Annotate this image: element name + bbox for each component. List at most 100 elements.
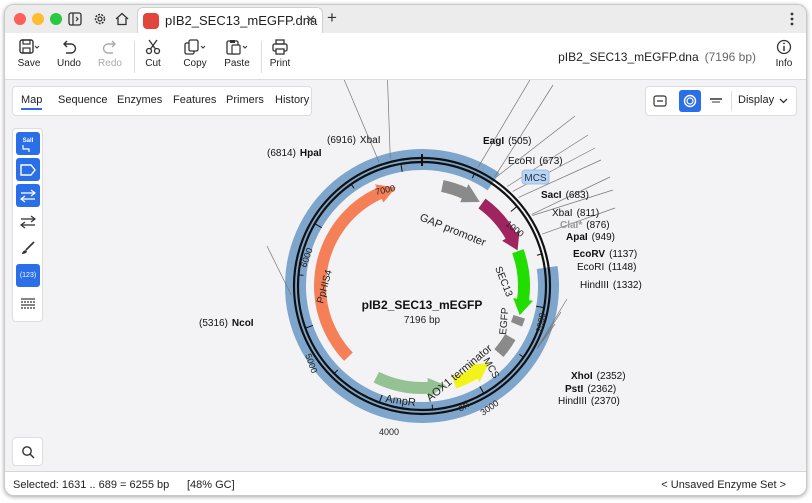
circular-map-icon[interactable] [679, 90, 701, 112]
site-hpai[interactable]: (6814) HpaI [267, 148, 322, 159]
undo-icon [63, 40, 77, 54]
info-button[interactable]: Info [764, 37, 804, 69]
cut-button[interactable]: Cut [133, 37, 173, 69]
site-name: HpaI [300, 148, 322, 159]
site-apai[interactable]: ApaI (949) [566, 232, 615, 243]
sidebar-toggle-icon[interactable] [67, 11, 83, 27]
main-toolbar: Save Undo Redo Cut Copy Paste Print pIB2… [5, 33, 806, 80]
display-menu-button[interactable]: Display [738, 94, 774, 106]
search-icon [21, 445, 35, 459]
close-window-button[interactable] [14, 13, 26, 25]
site-position: (683) [566, 190, 589, 201]
site-eagi[interactable]: EagI (505) [483, 136, 531, 147]
sequence-map-icon[interactable] [705, 90, 727, 112]
document-length: (7196 bp) [704, 50, 756, 64]
site-xbai-6916[interactable]: (6916) XbaI [327, 135, 380, 146]
save-label: Save [17, 58, 41, 69]
site-position: (1137) [609, 249, 637, 260]
site-clai[interactable]: ClaI* (876) [560, 220, 610, 231]
site-ecori-1148[interactable]: EcoRI (1148) [577, 262, 636, 273]
site-name: XbaI [360, 135, 381, 146]
save-icon [19, 39, 40, 54]
site-xhoi[interactable]: XhoI (2352) [571, 371, 626, 382]
site-position: (1148) [608, 262, 636, 273]
site-saci[interactable]: SacI (683) [541, 190, 589, 201]
redo-icon [102, 40, 116, 54]
site-ncoi[interactable]: (5316) NcoI [199, 318, 254, 329]
site-name: EcoRI [577, 262, 604, 273]
feature-egfp [512, 249, 534, 316]
brush-icon[interactable] [16, 236, 40, 259]
print-button[interactable]: Print [260, 37, 300, 69]
enzyme-sites-tool[interactable]: SalI [16, 132, 40, 155]
paste-icon [226, 40, 248, 55]
tab-primers[interactable]: Primers [226, 94, 264, 106]
map-view-area: pIB2_SEC13_mEGFP 7196 bp 1000 2000 3000 … [5, 80, 806, 471]
site-leader-line [387, 80, 391, 159]
site-xbai-811[interactable]: XbaI (811) [552, 208, 599, 219]
site-ecori-673[interactable]: EcoRI (673) [508, 156, 563, 167]
features-tool[interactable] [16, 158, 40, 181]
tick-mark [510, 205, 518, 212]
site-name: XbaI [552, 208, 573, 219]
site-name: SacI [541, 190, 562, 201]
zoom-button[interactable] [12, 437, 43, 466]
zoom-window-button[interactable] [50, 13, 62, 25]
tick-label-4000: 4000 [379, 427, 399, 437]
site-position: (2362) [587, 384, 616, 395]
snapgene-logo-icon [143, 13, 159, 29]
feature-mcs [510, 314, 525, 327]
tab-enzymes[interactable]: Enzymes [117, 94, 162, 106]
orfs-tool[interactable] [16, 210, 40, 233]
copy-label: Copy [183, 58, 207, 69]
tab-history[interactable]: History [275, 94, 309, 106]
site-psti[interactable]: PstI (2362) [565, 384, 616, 395]
site-name: EcoRI [508, 156, 535, 167]
site-position: (505) [508, 136, 531, 147]
site-position: (2370) [591, 396, 620, 407]
sall-tool-label: SalI [23, 138, 34, 144]
gear-icon[interactable] [92, 11, 108, 27]
feature-aox1-terminator [494, 334, 516, 357]
new-tab-button[interactable]: + [323, 8, 341, 27]
redo-button[interactable]: Redo [90, 37, 130, 69]
tab-bar: pIB2_SEC13_mEGFP.dna ✕ + [5, 5, 806, 34]
feature-label-egfp: EGFP [498, 307, 511, 335]
undo-button[interactable]: Undo [49, 37, 89, 69]
minimize-window-button[interactable] [32, 13, 44, 25]
plasmid-map-canvas[interactable]: pIB2_SEC13_mEGFP 7196 bp 1000 2000 3000 … [5, 80, 807, 471]
copy-button[interactable]: Copy [175, 37, 215, 69]
tab-features[interactable]: Features [173, 94, 216, 106]
site-name: NcoI [232, 318, 254, 329]
site-leader-line [343, 80, 380, 163]
map-tools-panel: SalI (123) [12, 128, 43, 322]
primers-tool[interactable] [16, 184, 40, 207]
document-tab[interactable]: pIB2_SEC13_mEGFP.dna ✕ [137, 7, 323, 33]
tab-map[interactable]: Map [21, 94, 43, 110]
home-icon[interactable] [114, 11, 130, 27]
site-name: HindIII [580, 280, 609, 291]
document-name: pIB2_SEC13_mEGFP.dna [558, 50, 699, 64]
close-tab-icon[interactable]: ✕ [305, 12, 316, 28]
print-label: Print [269, 58, 291, 69]
feature-label-gap-promoter: GAP promoter [418, 212, 488, 250]
tab-sequence[interactable]: Sequence [58, 94, 108, 106]
numbers-tool-label: (123) [19, 272, 37, 279]
site-hindiii-1332[interactable]: HindIII (1332) [580, 280, 642, 291]
sequence-lines-icon[interactable] [16, 292, 40, 315]
linear-map-icon[interactable] [649, 90, 671, 112]
more-options-icon[interactable] [788, 11, 796, 27]
gc-content: [48% GC] [187, 479, 235, 491]
enzyme-set-selector[interactable]: < Unsaved Enzyme Set > [661, 479, 786, 491]
save-button[interactable]: Save [9, 37, 49, 69]
site-position: (949) [592, 232, 615, 243]
site-ecorv[interactable]: EcoRV (1137) [573, 249, 637, 260]
numbers-tool[interactable]: (123) [16, 264, 40, 287]
mcs-badge-label: MCS [524, 173, 547, 184]
selection-status: Selected: 1631 .. 689 = 6255 bp [13, 479, 170, 491]
paste-button[interactable]: Paste [217, 37, 257, 69]
chevron-down-icon[interactable] [778, 95, 788, 107]
status-bar: Selected: 1631 .. 689 = 6255 bp [48% GC]… [5, 471, 806, 495]
site-hindiii-2370[interactable]: HindIII (2370) [558, 396, 620, 407]
info-icon [776, 39, 792, 55]
